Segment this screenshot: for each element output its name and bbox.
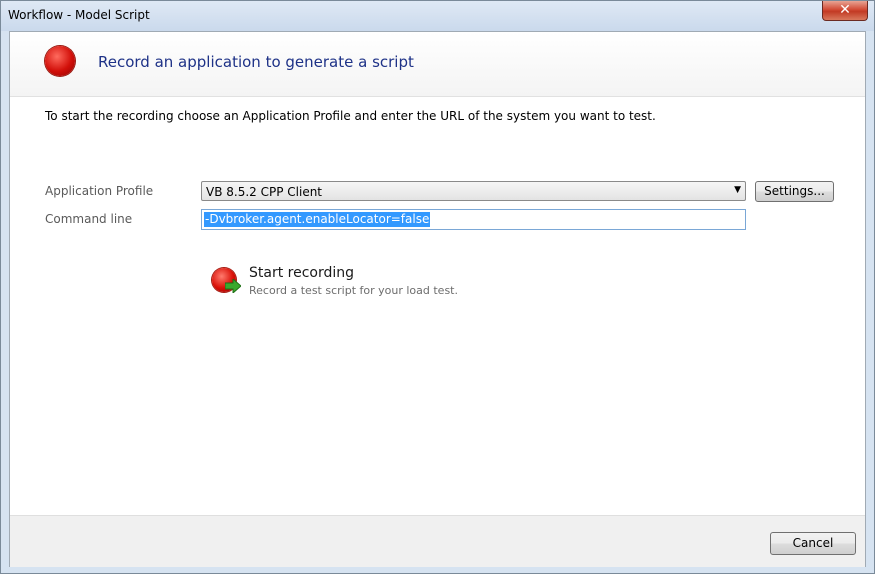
instruction-text: To start the recording choose an Applica… [45, 109, 656, 123]
record-icon[interactable] [212, 268, 242, 298]
close-button[interactable]: ✕ [822, 1, 868, 21]
title-bar[interactable]: Workflow - Model Script ✕ [1, 1, 874, 31]
close-icon: ✕ [839, 2, 851, 18]
stop-record-icon [45, 46, 75, 76]
footer-bar: Cancel [10, 515, 865, 567]
window-title: Workflow - Model Script [8, 8, 150, 22]
settings-button[interactable]: Settings... [755, 181, 834, 202]
chevron-down-icon[interactable]: ▼ [734, 185, 741, 195]
green-arrow-icon [225, 279, 241, 293]
dialog-window: Workflow - Model Script ✕ Record an appl… [0, 0, 875, 574]
header-title: Record an application to generate a scri… [98, 53, 414, 71]
dialog-content: Record an application to generate a scri… [9, 31, 866, 567]
command-line-label: Command line [45, 212, 133, 226]
application-profile-label: Application Profile [45, 184, 154, 198]
command-line-input[interactable]: -Dvbroker.agent.enableLocator=false [201, 209, 746, 230]
start-recording-description: Record a test script for your load test. [249, 284, 458, 297]
cancel-button[interactable]: Cancel [770, 532, 856, 555]
application-profile-value: VB 8.5.2 CPP Client [206, 185, 323, 199]
command-line-value: -Dvbroker.agent.enableLocator=false [204, 212, 431, 227]
start-recording-link[interactable]: Start recording [249, 265, 354, 281]
header-band: Record an application to generate a scri… [10, 32, 865, 97]
application-profile-select[interactable]: VB 8.5.2 CPP Client ▼ [201, 181, 746, 201]
